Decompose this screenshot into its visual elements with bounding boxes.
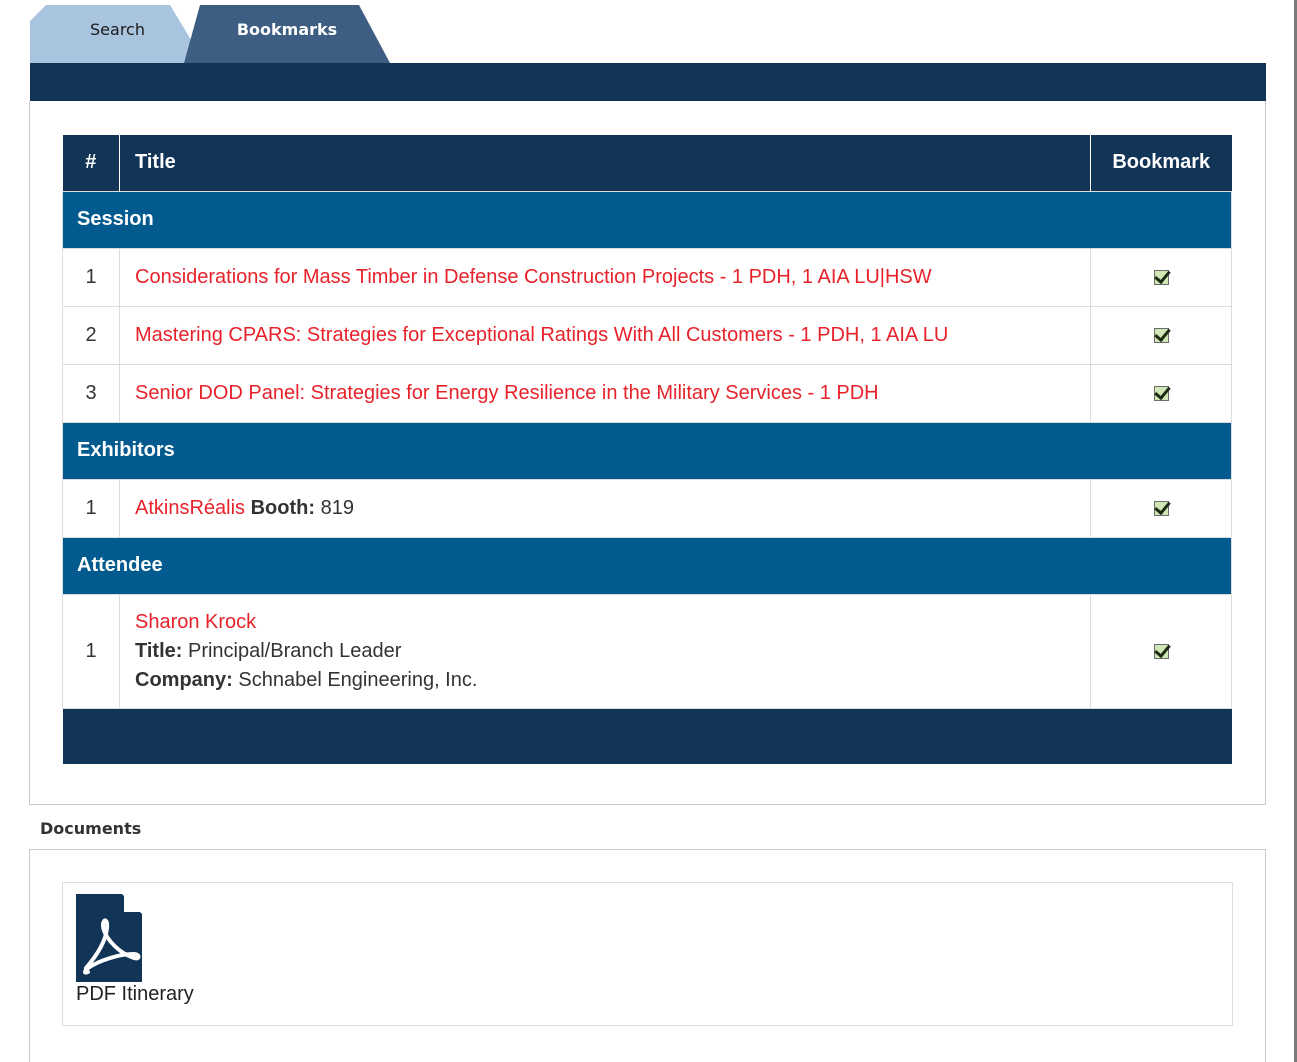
attendee-title-label: Title:	[135, 639, 183, 662]
row-number: 2	[62, 305, 120, 365]
tab-content-header-bar	[30, 63, 1266, 101]
group-row-session: Session	[62, 190, 1232, 249]
booth-number: 819	[320, 496, 354, 519]
session-link[interactable]: Mastering CPARS: Strategies for Exceptio…	[135, 324, 948, 346]
group-row-exhibitors: Exhibitors	[62, 421, 1232, 480]
bookmarks-table: # Title Bookmark Session 1 Consideration…	[62, 135, 1232, 764]
table-header-row: # Title Bookmark	[62, 135, 1232, 191]
group-label-attendee: Attendee	[62, 536, 1232, 595]
table-row: 1 Considerations for Mass Timber in Defe…	[62, 247, 1232, 307]
group-label-session: Session	[62, 190, 1232, 249]
row-number: 1	[62, 593, 120, 709]
attendee-link[interactable]: Sharon Krock	[135, 611, 256, 633]
attendee-company: Schnabel Engineering, Inc.	[238, 668, 478, 691]
column-header-bookmark: Bookmark	[1090, 135, 1232, 191]
row-number: 3	[62, 363, 120, 423]
bookmark-checkbox[interactable]	[1153, 269, 1169, 285]
pdf-file-icon[interactable]	[76, 894, 142, 982]
tab-search-label: Search	[90, 20, 145, 39]
table-row: 1 Sharon Krock Title: Principal/Branch L…	[62, 593, 1232, 709]
exhibitor-link[interactable]: AtkinsRéalis	[135, 497, 245, 519]
tab-bookmarks[interactable]: Bookmarks	[184, 5, 390, 63]
attendee-title: Principal/Branch Leader	[187, 639, 402, 662]
documents-heading: Documents	[40, 819, 142, 838]
table-footer-row	[62, 708, 1232, 764]
group-label-exhibitors: Exhibitors	[62, 421, 1232, 480]
pdf-itinerary-link[interactable]: PDF Itinerary	[76, 983, 194, 1006]
table-row: 1 AtkinsRéalis Booth: 819	[62, 478, 1232, 538]
attendee-company-label: Company:	[135, 668, 233, 691]
documents-list	[62, 882, 1233, 1026]
row-number: 1	[62, 247, 120, 307]
column-header-number: #	[62, 135, 120, 191]
table-row: 2 Mastering CPARS: Strategies for Except…	[62, 305, 1232, 365]
group-row-attendee: Attendee	[62, 536, 1232, 595]
tab-search[interactable]: Search	[30, 5, 205, 63]
bookmark-checkbox[interactable]	[1153, 643, 1169, 659]
column-header-title: Title	[119, 135, 1091, 191]
session-link[interactable]: Considerations for Mass Timber in Defens…	[135, 266, 932, 288]
booth-label: Booth:	[250, 496, 316, 519]
tab-bookmarks-label: Bookmarks	[236, 20, 338, 39]
bookmark-checkbox[interactable]	[1153, 500, 1169, 516]
table-row: 3 Senior DOD Panel: Strategies for Energ…	[62, 363, 1232, 423]
session-link[interactable]: Senior DOD Panel: Strategies for Energy …	[135, 382, 879, 404]
bookmark-checkbox[interactable]	[1153, 385, 1169, 401]
bookmark-checkbox[interactable]	[1153, 327, 1169, 343]
row-number: 1	[62, 478, 120, 538]
